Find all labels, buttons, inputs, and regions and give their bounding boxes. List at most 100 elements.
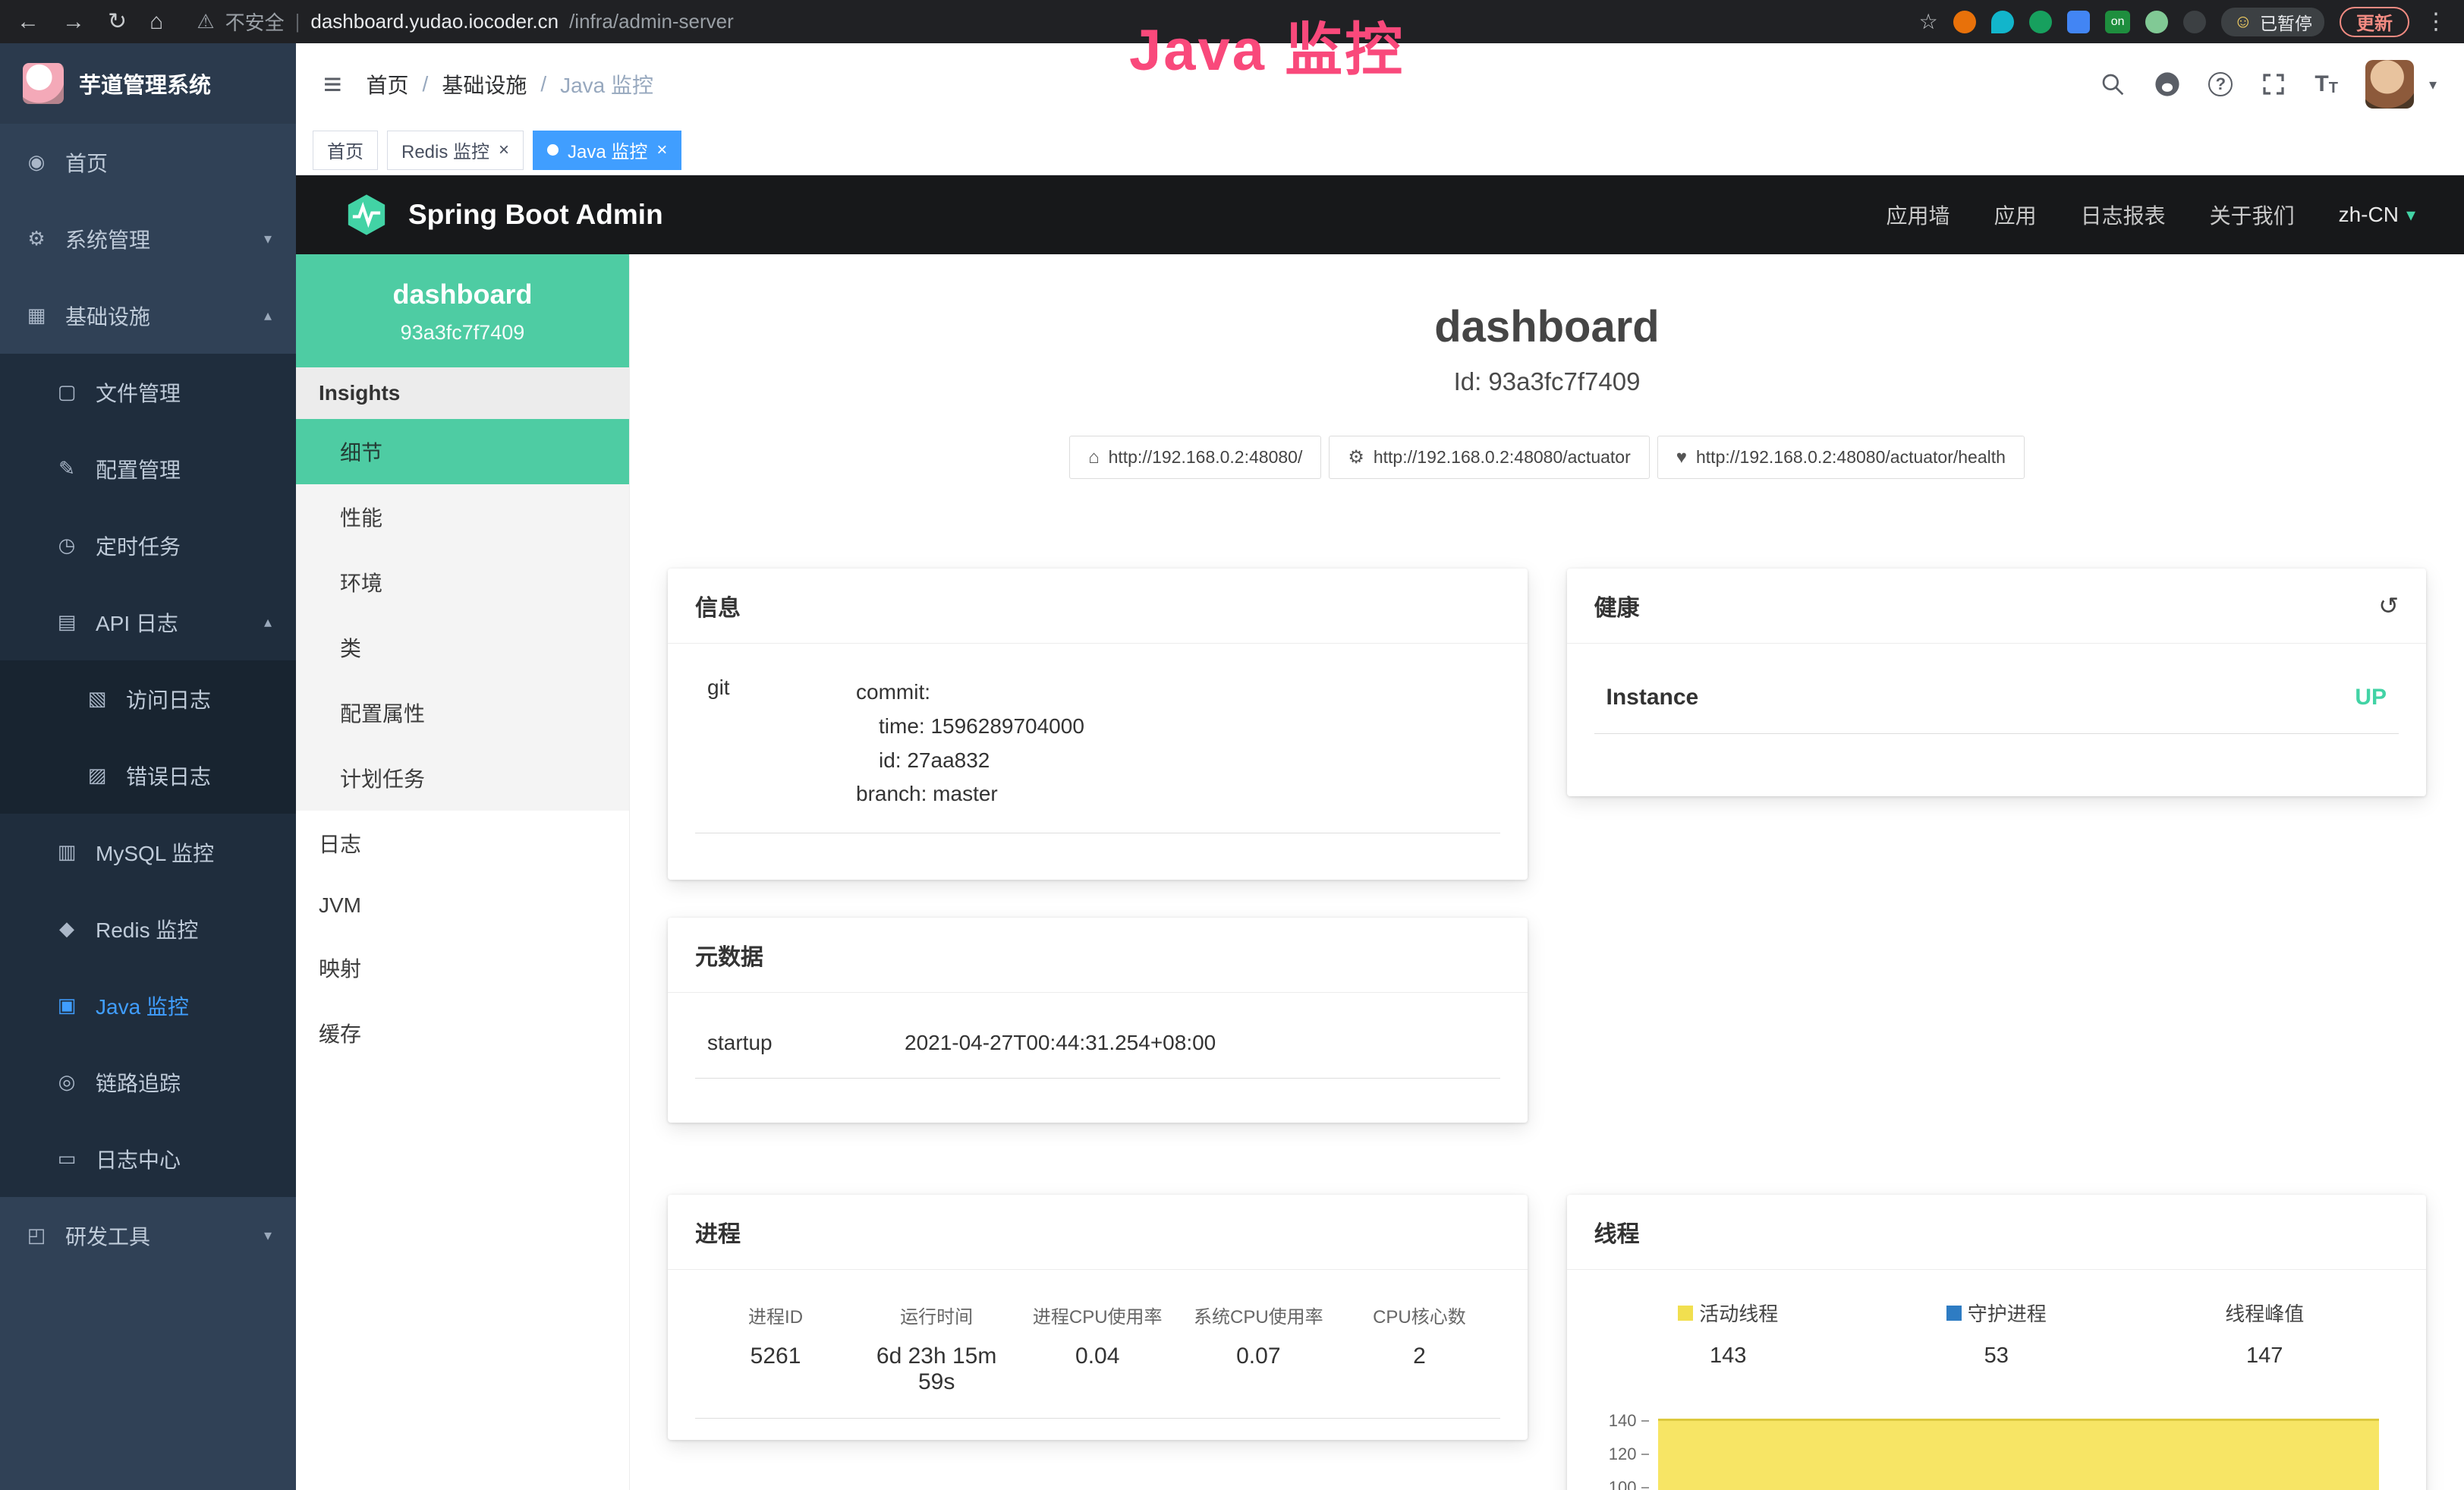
screen: ← → ↻ ⌂ ⚠ 不安全 | dashboard.yudao.iocoder.… [0, 0, 2464, 1490]
sidebar-item-system[interactable]: ⚙ 系统管理 ▾ [0, 200, 296, 277]
user-avatar[interactable] [2365, 60, 2414, 109]
tab-java-monitor[interactable]: Java 监控 × [533, 131, 681, 170]
threads-legend: 活动线程 143 守护进程 [1594, 1291, 2399, 1369]
sidebar-item-redis-monitor[interactable]: ◆ Redis 监控 [0, 890, 296, 967]
info-key: git [707, 676, 821, 811]
history-icon[interactable]: ↺ [2378, 591, 2399, 620]
process-metrics-row: 进程ID 5261 运行时间 6d 23h 15m 59s [695, 1291, 1500, 1419]
sba-item-metrics[interactable]: 性能 [296, 484, 629, 550]
extension-icon[interactable] [2145, 11, 2168, 33]
forward-icon[interactable]: → [62, 9, 85, 35]
sba-item-environment[interactable]: 环境 [296, 550, 629, 615]
info-card: 信息 git commit: time: 1596289704000 [668, 569, 1528, 880]
sba-nav-journal[interactable]: 日志报表 [2081, 200, 2166, 230]
metadata-key: startup [707, 1031, 874, 1055]
sidebar-item-home[interactable]: ◉ 首页 [0, 124, 296, 200]
actuator-url-button[interactable]: ⚙ http://192.168.0.2:48080/actuator [1329, 436, 1649, 479]
font-size-icon[interactable]: TT [2315, 71, 2338, 97]
app-title: 芋道管理系统 [79, 68, 211, 99]
browser-actions: ☆ on ☺ 已暂停 更新 ⋮ [1919, 7, 2447, 37]
sidebar-item-file-management[interactable]: ▢ 文件管理 [0, 354, 296, 430]
bookmark-star-icon[interactable]: ☆ [1919, 9, 1938, 34]
metric-value: 2 [1339, 1344, 1499, 1369]
url-domain: dashboard.yudao.iocoder.cn [310, 10, 559, 33]
database-icon: ▥ [55, 840, 79, 864]
tab-home[interactable]: 首页 [313, 131, 378, 170]
infrastructure-icon: ▦ [24, 304, 49, 327]
extension-icon[interactable] [2067, 11, 2090, 33]
threads-card: 线程 活动线程 [1567, 1195, 2427, 1490]
tab-label: Redis 监控 [401, 137, 489, 163]
service-url-button[interactable]: ⌂ http://192.168.0.2:48080/ [1069, 436, 1321, 479]
close-icon[interactable]: × [656, 141, 667, 159]
tab-redis-monitor[interactable]: Redis 监控 × [387, 131, 524, 170]
sba-item-jvm[interactable]: JVM [296, 876, 629, 935]
url-path: /infra/admin-server [569, 10, 734, 33]
app-logo-row[interactable]: 芋道管理系统 [0, 43, 296, 124]
back-icon[interactable]: ← [17, 9, 39, 35]
paused-badge[interactable]: ☺ 已暂停 [2221, 8, 2324, 36]
legend-value: 53 [1862, 1344, 2131, 1369]
sba-item-classes[interactable]: 类 [296, 615, 629, 680]
sidebar-item-java-monitor[interactable]: ▣ Java 监控 [0, 967, 296, 1044]
info-git-row: git commit: time: 1596289704000 id: 27aa… [695, 665, 1500, 833]
extension-icon[interactable] [1953, 11, 1976, 33]
sidebar-item-config-management[interactable]: ✎ 配置管理 [0, 430, 296, 507]
legend-label: 守护进程 [1968, 1299, 2047, 1327]
active-threads-swatch [1678, 1306, 1693, 1321]
sba-item-details[interactable]: 细节 [296, 419, 629, 484]
card-title: 信息 [695, 589, 741, 622]
extension-on-badge[interactable]: on [2105, 11, 2131, 33]
sba-nav-about[interactable]: 关于我们 [2210, 200, 2295, 230]
sidebar-item-label: Java 监控 [96, 991, 189, 1021]
process-metric: 系统CPU使用率 0.07 [1178, 1302, 1339, 1395]
breadcrumb-separator: / [540, 72, 546, 96]
breadcrumb: 首页 / 基础设施 / Java 监控 [367, 69, 654, 99]
sidebar-item-error-logs[interactable]: ▨ 错误日志 [0, 737, 296, 814]
sidebar-item-tracing[interactable]: ◎ 链路追踪 [0, 1044, 296, 1120]
extension-icon[interactable] [2029, 11, 2052, 33]
instance-header[interactable]: dashboard 93a3fc7f7409 [296, 254, 629, 367]
active-dot [547, 144, 559, 156]
sba-item-mappings[interactable]: 映射 [296, 935, 629, 1000]
github-icon[interactable] [2154, 71, 2181, 98]
sidebar-item-label: API 日志 [96, 607, 178, 638]
info-card-header: 信息 [668, 569, 1528, 644]
sidebar-item-api-logs[interactable]: ▤ API 日志 ▴ [0, 584, 296, 660]
sidebar-item-devtools[interactable]: ◰ 研发工具 ▾ [0, 1197, 296, 1274]
reload-icon[interactable]: ↻ [108, 8, 127, 35]
breadcrumb-section[interactable]: 基础设施 [442, 69, 527, 99]
sidebar-item-scheduled-tasks[interactable]: ◷ 定时任务 [0, 507, 296, 584]
search-icon[interactable] [2099, 71, 2126, 98]
sba-item-scheduledtasks[interactable]: 计划任务 [296, 745, 629, 811]
warning-icon: ⚠ [197, 10, 214, 33]
browser-home-icon[interactable]: ⌂ [149, 9, 163, 35]
extension-icon[interactable] [1991, 11, 2014, 33]
y-tick: 120 [1609, 1444, 1649, 1464]
sidebar-item-log-center[interactable]: ▭ 日志中心 [0, 1120, 296, 1197]
health-url-button[interactable]: ♥ http://192.168.0.2:48080/actuator/heal… [1657, 436, 2025, 479]
sba-item-logs[interactable]: 日志 [296, 811, 629, 876]
sidebar-item-access-logs[interactable]: ▧ 访问日志 [0, 660, 296, 737]
address-bar[interactable]: ⚠ 不安全 | dashboard.yudao.iocoder.cn/infra… [197, 8, 1896, 36]
sba-nav: 应用墙 应用 日志报表 关于我们 zh-CN ▾ [1887, 200, 2415, 230]
sidebar-item-infrastructure[interactable]: ▦ 基础设施 ▴ [0, 277, 296, 354]
instance-links: ⌂ http://192.168.0.2:48080/ ⚙ http://192… [668, 436, 2426, 479]
help-icon[interactable]: ? [2208, 72, 2233, 96]
fullscreen-icon[interactable] [2260, 71, 2287, 98]
extension-icon[interactable] [2183, 11, 2206, 33]
update-button[interactable]: 更新 [2340, 7, 2409, 37]
process-metric: 运行时间 6d 23h 15m 59s [856, 1302, 1017, 1395]
sidebar-item-mysql-monitor[interactable]: ▥ MySQL 监控 [0, 814, 296, 890]
close-icon[interactable]: × [499, 141, 509, 159]
breadcrumb-home[interactable]: 首页 [367, 69, 409, 99]
sba-nav-wallboard[interactable]: 应用墙 [1887, 200, 1950, 230]
hamburger-icon[interactable]: ≡ [323, 66, 342, 102]
sba-nav-applications[interactable]: 应用 [1994, 200, 2037, 230]
health-label: Instance [1606, 685, 1699, 710]
sba-item-caches[interactable]: 缓存 [296, 1000, 629, 1066]
locale-select[interactable]: zh-CN ▾ [2339, 203, 2415, 227]
page-subtitle: Id: 93a3fc7f7409 [668, 367, 2426, 396]
browser-menu-icon[interactable]: ⋮ [2425, 8, 2447, 35]
sba-item-configprops[interactable]: 配置属性 [296, 680, 629, 745]
